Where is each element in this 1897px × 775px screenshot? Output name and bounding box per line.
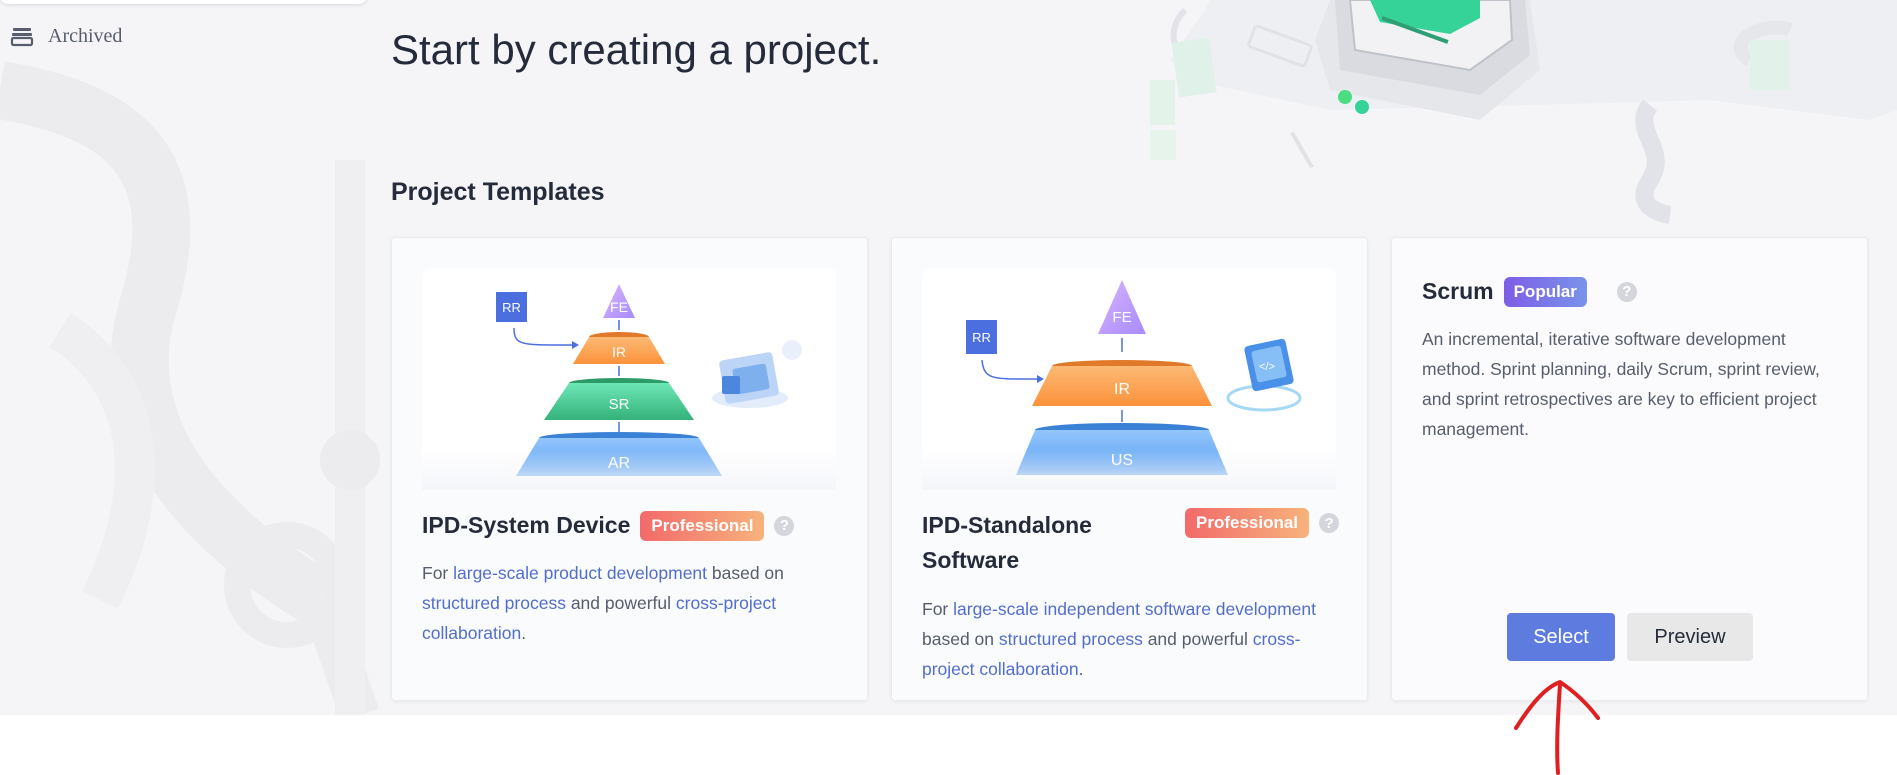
pyramid-label-fe: FE — [610, 299, 628, 315]
professional-badge: Professional — [640, 510, 765, 541]
card-description: For large-scale independent software dev… — [922, 594, 1342, 684]
select-button[interactable]: Select — [1507, 613, 1615, 661]
arrow-annotation-icon — [1514, 680, 1600, 775]
card-illustration: RR FE IR US </> — [922, 268, 1336, 490]
description-text: and powerful — [1142, 629, 1253, 649]
svg-text:</>: </> — [1259, 361, 1275, 373]
pyramid-label-ir: IR — [612, 344, 626, 360]
pyramid-label-rr: RR — [972, 330, 991, 345]
card-title-line-1: IPD-Standalone — [922, 512, 1092, 538]
page-title: Start by creating a project. — [391, 26, 882, 73]
preview-button[interactable]: Preview — [1627, 613, 1753, 661]
help-icon[interactable]: ? — [1616, 281, 1637, 302]
pyramid-label-ir: IR — [1114, 381, 1130, 398]
description-text: . — [1078, 659, 1084, 679]
highlight-text: structured process — [422, 593, 566, 613]
description-text: based on — [922, 629, 999, 649]
professional-badge: Professional — [1185, 508, 1310, 538]
pyramid-label-sr: SR — [609, 396, 630, 413]
sidebar-item-label: Archived — [48, 24, 123, 47]
help-icon[interactable]: ? — [774, 515, 795, 536]
sidebar-item-archived[interactable]: Archived — [10, 24, 122, 48]
help-icon[interactable]: ? — [1319, 513, 1340, 533]
popular-badge: Popular — [1503, 276, 1587, 307]
description-text: For — [922, 599, 954, 619]
sidebar-card-edge — [0, 0, 367, 4]
illustration-fade — [422, 450, 836, 490]
template-card-scrum[interactable]: Scrum Popular ? An incremental, iterativ… — [1391, 237, 1868, 701]
description-text: For — [422, 563, 454, 583]
pyramid-label-fe: FE — [1112, 309, 1131, 326]
hero-illustration — [1150, 0, 1897, 224]
template-card-ipd-system-device[interactable]: RR FE IR SR AR IPD-System Device — [391, 237, 868, 701]
card-title-line-2: Software — [922, 547, 1020, 573]
card-title: Scrum — [1422, 278, 1494, 304]
description-text: based on — [707, 563, 784, 583]
pyramid-label-rr: RR — [502, 300, 521, 315]
card-illustration: RR FE IR SR AR — [422, 268, 836, 490]
card-header: IPD-System Device Professional ? — [422, 508, 795, 543]
illustration-fade — [922, 450, 1336, 490]
highlight-text: structured process — [998, 629, 1143, 649]
card-title: IPD-Standalone Software — [922, 508, 1132, 578]
card-description: For large-scale product development base… — [422, 558, 822, 648]
highlight-text: large-scale independent software develop… — [953, 599, 1316, 619]
description-text: . — [521, 623, 527, 643]
page-bottom-area — [0, 715, 1897, 775]
card-badges: Professional ? — [1185, 508, 1340, 538]
template-card-ipd-standalone-software[interactable]: RR FE IR US </> IPD-Standalone Software … — [891, 237, 1368, 701]
section-title: Project Templates — [391, 178, 605, 206]
card-description: An incremental, iterative software devel… — [1422, 329, 1820, 439]
highlight-text: large-scale product development — [453, 563, 708, 583]
archive-icon — [10, 28, 34, 47]
description-text: and powerful — [565, 593, 676, 613]
card-title: IPD-System Device — [422, 512, 631, 538]
card-header: Scrum Popular ? — [1422, 274, 1637, 309]
